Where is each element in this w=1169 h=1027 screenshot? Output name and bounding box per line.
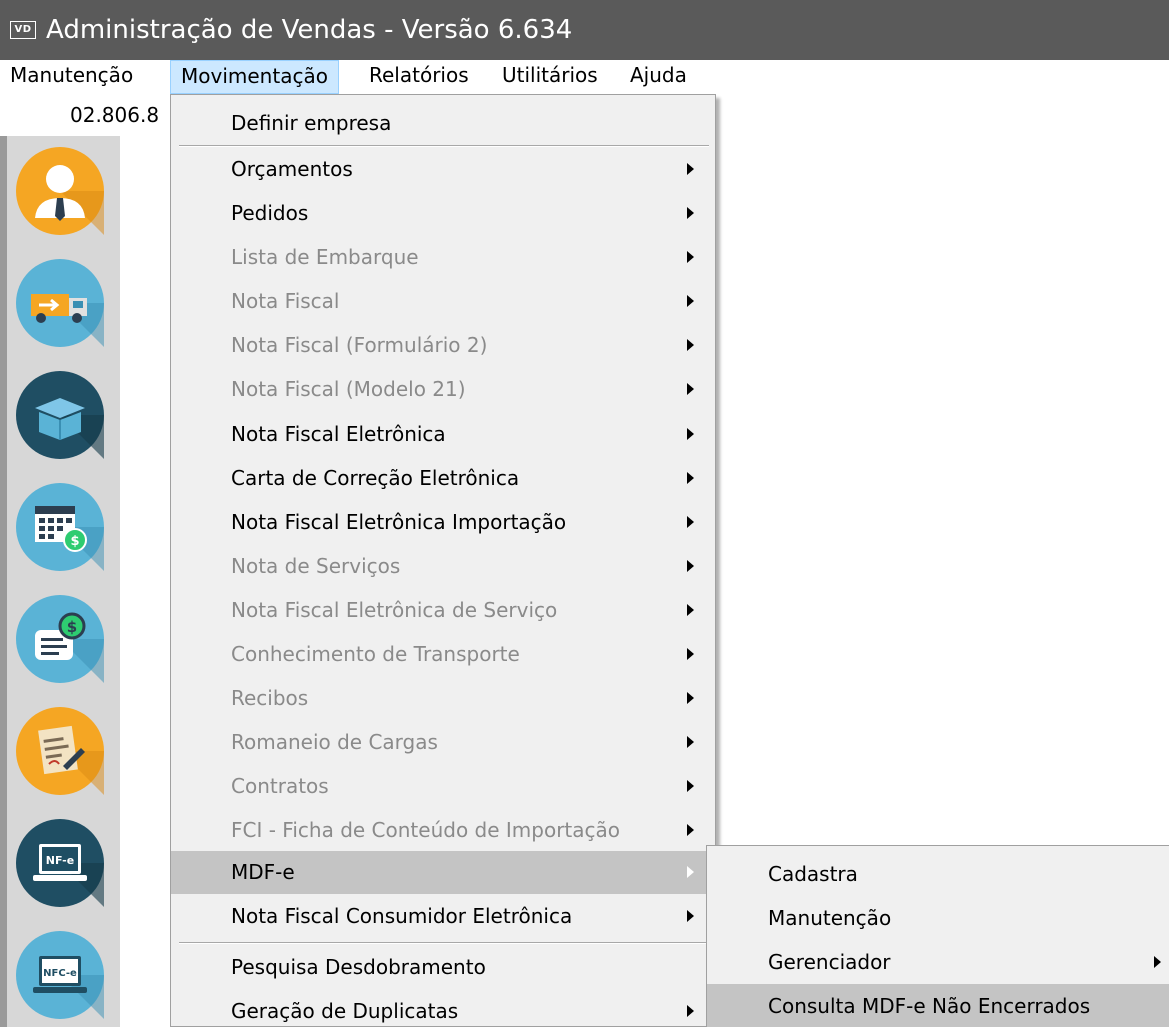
menu-item-definir-empresa[interactable]: Definir empresa	[171, 102, 715, 145]
toolbar-edge	[0, 136, 7, 1027]
menu-bar: Manutenção Movimentação Relatórios Utili…	[0, 60, 1169, 94]
svg-text:$: $	[70, 534, 79, 549]
menu-item-fci[interactable]: FCI - Ficha de Conteúdo de Importação	[171, 809, 715, 852]
nfe-laptop-label: NF-e	[46, 854, 74, 867]
submenu-arrow-icon	[1154, 956, 1161, 968]
submenu-arrow-icon	[687, 604, 694, 616]
submenu-arrow-icon	[687, 824, 694, 836]
menu-item-nota-fiscal[interactable]: Nota Fiscal	[171, 280, 715, 323]
window-title: Administração de Vendas - Versão 6.634	[46, 15, 573, 45]
menu-separator	[179, 942, 709, 944]
user-icon[interactable]	[15, 146, 105, 236]
menu-relatorios[interactable]: Relatórios	[369, 60, 469, 94]
nfe-laptop-icon[interactable]: NF-e	[15, 818, 105, 908]
submenu-arrow-icon	[687, 910, 694, 922]
menu-item-lista-de-embarque[interactable]: Lista de Embarque	[171, 236, 715, 279]
truck-icon[interactable]	[15, 258, 105, 348]
menu-item-orcamentos[interactable]: Orçamentos	[171, 148, 715, 191]
menu-item-contratos[interactable]: Contratos	[171, 765, 715, 808]
nfce-laptop-icon[interactable]: NFC-e	[15, 930, 105, 1020]
menu-item-pedidos[interactable]: Pedidos	[171, 192, 715, 235]
menu-item-romaneio-de-cargas[interactable]: Romaneio de Cargas	[171, 721, 715, 764]
menu-item-geracao-de-duplicatas[interactable]: Geração de Duplicatas	[171, 990, 715, 1027]
submenu-arrow-icon	[687, 648, 694, 660]
app-icon: VD	[10, 21, 36, 39]
menu-item-pesquisa-desdobramento[interactable]: Pesquisa Desdobramento	[171, 946, 715, 989]
menu-movimentacao[interactable]: Movimentação	[170, 60, 339, 94]
submenu-arrow-icon	[687, 339, 694, 351]
submenu-arrow-icon	[687, 428, 694, 440]
submenu-arrow-icon	[687, 383, 694, 395]
menu-manutencao[interactable]: Manutenção	[10, 60, 133, 94]
company-cnpj: 02.806.8	[70, 103, 160, 127]
submenu-arrow-icon	[687, 207, 694, 219]
menu-item-mdfe[interactable]: MDF-e	[171, 851, 715, 894]
submenu-item-gerenciador[interactable]: Gerenciador	[707, 940, 1169, 984]
submenu-arrow-icon	[687, 692, 694, 704]
menu-item-nota-de-servicos[interactable]: Nota de Serviços	[171, 545, 715, 588]
submenu-arrow-icon	[687, 736, 694, 748]
contract-icon[interactable]	[15, 706, 105, 796]
menu-item-carta-de-correcao[interactable]: Carta de Correção Eletrônica	[171, 457, 715, 500]
submenu-arrow-icon	[687, 251, 694, 263]
menu-item-nfce[interactable]: Nota Fiscal Consumidor Eletrônica	[171, 895, 715, 938]
nfce-laptop-label: NFC-e	[43, 968, 77, 979]
menu-item-nota-fiscal-modelo-21[interactable]: Nota Fiscal (Modelo 21)	[171, 368, 715, 411]
menu-item-recibos[interactable]: Recibos	[171, 677, 715, 720]
mdfe-submenu: Cadastra Manutenção Gerenciador Consulta…	[706, 845, 1169, 1027]
movimentacao-dropdown: Definir empresa Orçamentos Pedidos Lista…	[170, 94, 716, 1027]
submenu-arrow-icon	[687, 516, 694, 528]
submenu-arrow-icon	[687, 780, 694, 792]
menu-item-nota-fiscal-eletronica[interactable]: Nota Fiscal Eletrônica	[171, 413, 715, 456]
title-bar: VD Administração de Vendas - Versão 6.63…	[0, 0, 1169, 60]
submenu-item-consulta-mdfe-nao-encerrados[interactable]: Consulta MDF-e Não Encerrados	[707, 984, 1169, 1027]
submenu-arrow-icon	[687, 560, 694, 572]
menu-utilitarios[interactable]: Utilitários	[502, 60, 598, 94]
menu-item-nota-fiscal-formulario-2[interactable]: Nota Fiscal (Formulário 2)	[171, 324, 715, 367]
menu-item-conhecimento-de-transporte[interactable]: Conhecimento de Transporte	[171, 633, 715, 676]
menu-ajuda[interactable]: Ajuda	[630, 60, 687, 94]
submenu-arrow-icon	[687, 866, 694, 878]
invoice-money-icon[interactable]: $	[15, 594, 105, 684]
submenu-item-manutencao[interactable]: Manutenção	[707, 896, 1169, 940]
submenu-arrow-icon	[687, 1005, 694, 1017]
calendar-money-icon[interactable]: $	[15, 482, 105, 572]
submenu-arrow-icon	[687, 163, 694, 175]
box-icon[interactable]	[15, 370, 105, 460]
menu-item-nfe-importacao[interactable]: Nota Fiscal Eletrônica Importação	[171, 501, 715, 544]
submenu-item-cadastra[interactable]: Cadastra	[707, 852, 1169, 896]
menu-item-nfe-servico[interactable]: Nota Fiscal Eletrônica de Serviço	[171, 589, 715, 632]
submenu-arrow-icon	[687, 295, 694, 307]
menu-separator	[179, 145, 709, 147]
svg-text:$: $	[67, 618, 77, 636]
submenu-arrow-icon	[687, 472, 694, 484]
